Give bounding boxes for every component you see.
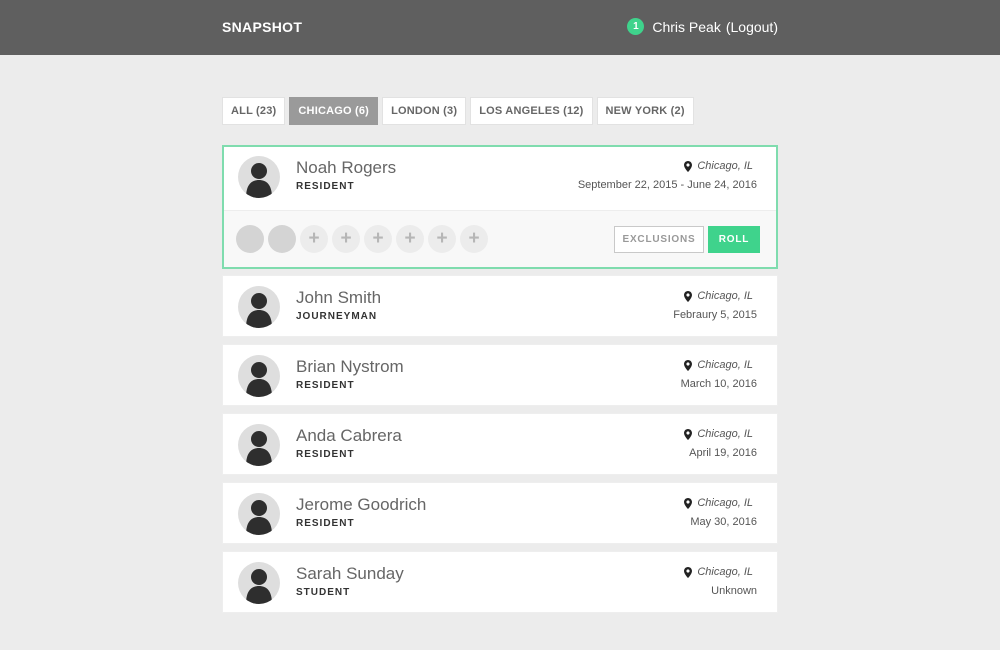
location-text: Chicago, IL: [697, 290, 753, 302]
map-pin-icon: [684, 566, 693, 578]
map-pin-icon: [684, 359, 693, 371]
person-location: Chicago, IL: [684, 290, 753, 302]
location-text: Chicago, IL: [697, 566, 753, 578]
roll-button[interactable]: ROLL: [708, 226, 760, 253]
avatar-icon: [238, 156, 280, 198]
map-pin-icon: [684, 160, 693, 172]
avatar-icon: [238, 562, 280, 604]
location-text: Chicago, IL: [697, 160, 753, 172]
add-slot-plus-icon[interactable]: +: [300, 225, 328, 253]
person-date: April 19, 2016: [689, 447, 757, 459]
tab-all[interactable]: ALL (23): [222, 97, 286, 125]
person-name: Jerome Goodrich: [296, 495, 427, 514]
person-date: September 22, 2015 - June 24, 2016: [577, 179, 757, 191]
person-card[interactable]: John Smith JOURNEYMAN Chicago, IL Febrau…: [222, 275, 778, 337]
person-role: JOURNEYMAN: [296, 311, 378, 322]
person-name: Sarah Sunday: [296, 564, 404, 583]
map-pin-icon: [684, 290, 693, 302]
tab-chicago[interactable]: CHICAGO (6): [289, 97, 379, 125]
card-actions: + + + + + + EXCLUSIONS ROLL: [224, 210, 776, 267]
person-card[interactable]: Sarah Sunday STUDENT Chicago, IL Unknown: [222, 551, 778, 613]
user-name[interactable]: Chris Peak: [652, 19, 720, 35]
filled-slot[interactable]: [236, 225, 264, 253]
person-date: May 30, 2016: [690, 516, 757, 528]
person-role: RESIDENT: [296, 449, 355, 460]
person-name: Brian Nystrom: [296, 357, 404, 376]
person-role: RESIDENT: [296, 380, 355, 391]
person-card[interactable]: Noah Rogers RESIDENT Chicago, IL Septemb…: [222, 145, 778, 269]
person-date: Unknown: [711, 585, 757, 597]
avatar-icon: [238, 355, 280, 397]
location-tabs: ALL (23) CHICAGO (6) LONDON (3) LOS ANGE…: [222, 97, 694, 125]
roll-slots: + + + + + +: [236, 225, 488, 253]
avatar-icon: [238, 424, 280, 466]
person-date: March 10, 2016: [680, 378, 757, 390]
add-slot-plus-icon[interactable]: +: [428, 225, 456, 253]
exclusions-button[interactable]: EXCLUSIONS: [614, 226, 704, 253]
location-text: Chicago, IL: [697, 428, 753, 440]
tab-new-york[interactable]: NEW YORK (2): [596, 97, 694, 125]
person-role: RESIDENT: [296, 181, 355, 192]
map-pin-icon: [684, 497, 693, 509]
add-slot-plus-icon[interactable]: +: [396, 225, 424, 253]
person-role: RESIDENT: [296, 518, 355, 529]
logout-link[interactable]: (Logout): [726, 19, 778, 35]
tab-london[interactable]: LONDON (3): [382, 97, 467, 125]
filled-slot[interactable]: [268, 225, 296, 253]
add-slot-plus-icon[interactable]: +: [332, 225, 360, 253]
location-text: Chicago, IL: [697, 497, 753, 509]
avatar-icon: [238, 493, 280, 535]
people-list: Noah Rogers RESIDENT Chicago, IL Septemb…: [222, 145, 778, 620]
add-slot-plus-icon[interactable]: +: [460, 225, 488, 253]
add-slot-plus-icon[interactable]: +: [364, 225, 392, 253]
person-name: Anda Cabrera: [296, 426, 402, 445]
person-card[interactable]: Anda Cabrera RESIDENT Chicago, IL April …: [222, 413, 778, 475]
person-card[interactable]: Jerome Goodrich RESIDENT Chicago, IL May…: [222, 482, 778, 544]
person-location: Chicago, IL: [684, 566, 753, 578]
top-bar: SNAPSHOT 1 Chris Peak (Logout): [0, 0, 1000, 55]
map-pin-icon: [684, 428, 693, 440]
brand-logo[interactable]: SNAPSHOT: [222, 19, 302, 35]
person-location: Chicago, IL: [684, 428, 753, 440]
person-card[interactable]: Brian Nystrom RESIDENT Chicago, IL March…: [222, 344, 778, 406]
notification-badge[interactable]: 1: [627, 18, 645, 35]
user-area: 1 Chris Peak (Logout): [627, 18, 778, 35]
person-location: Chicago, IL: [684, 497, 753, 509]
tab-los-angeles[interactable]: LOS ANGELES (12): [470, 97, 593, 125]
location-text: Chicago, IL: [697, 359, 753, 371]
person-location: Chicago, IL: [684, 160, 753, 172]
person-name: John Smith: [296, 288, 382, 307]
avatar-icon: [238, 286, 280, 328]
person-role: STUDENT: [296, 587, 351, 598]
person-location: Chicago, IL: [684, 359, 753, 371]
person-date: Febraury 5, 2015: [673, 309, 757, 321]
person-name: Noah Rogers: [296, 158, 397, 177]
person-card-header[interactable]: Noah Rogers RESIDENT Chicago, IL Septemb…: [224, 147, 776, 210]
